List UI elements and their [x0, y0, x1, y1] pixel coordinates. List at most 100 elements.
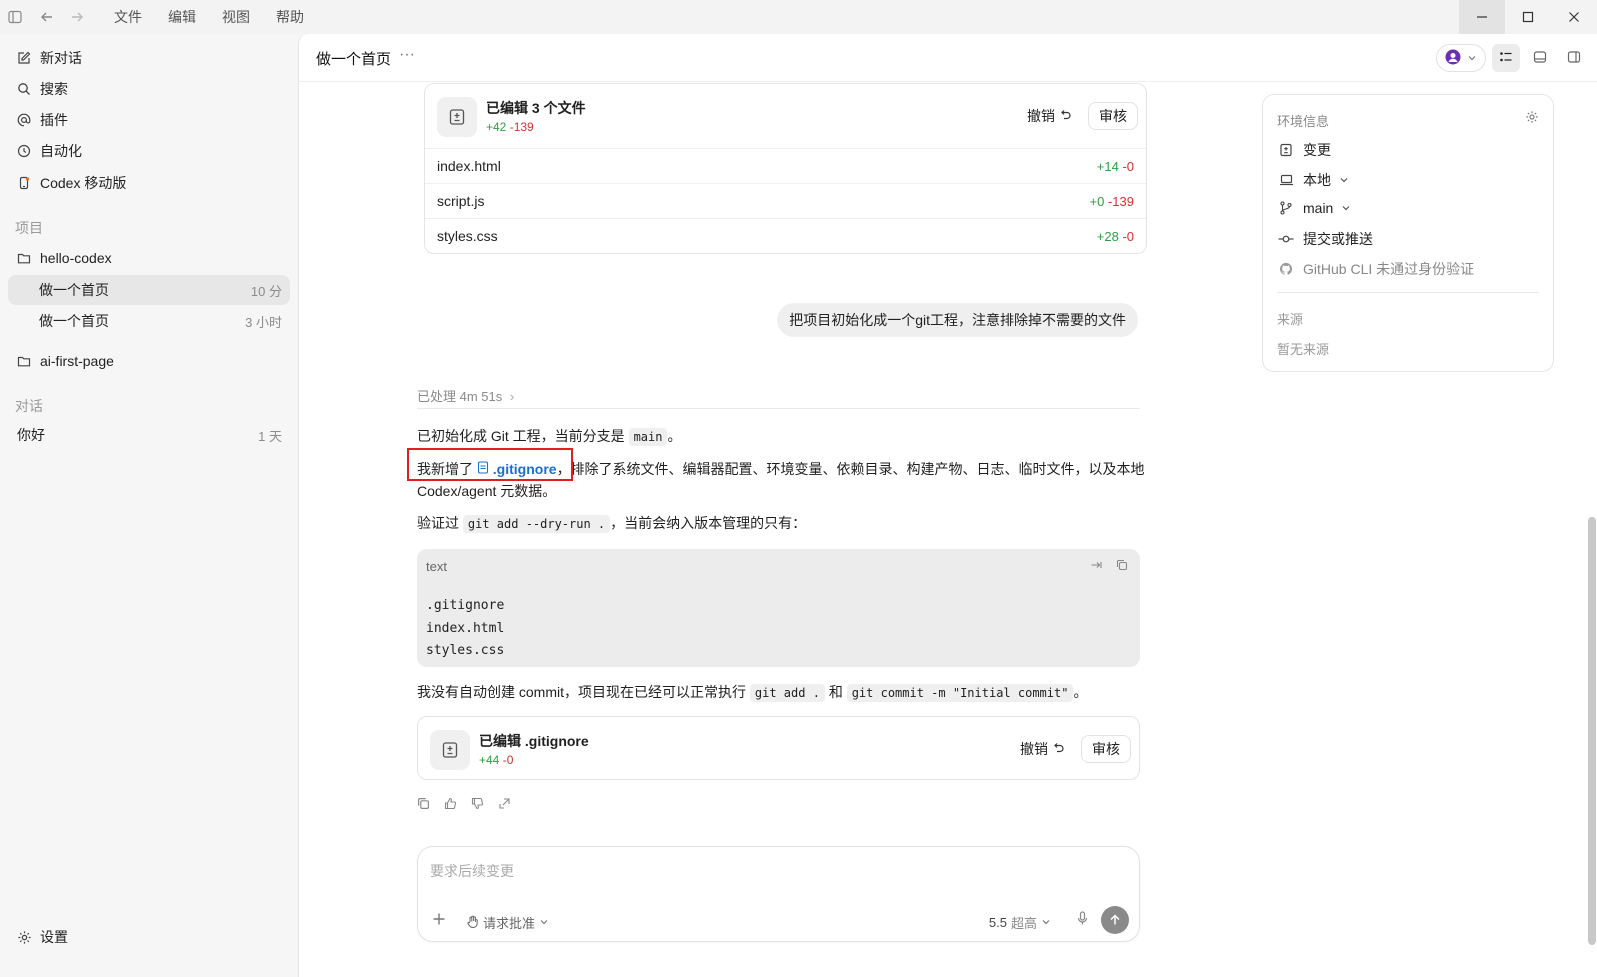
- reasoning-effort: 超高: [1010, 916, 1037, 931]
- sidebar-item-label: 设置: [40, 929, 68, 945]
- list-icon: [1499, 50, 1513, 67]
- menu-help[interactable]: 帮助: [276, 7, 304, 27]
- copy-icon[interactable]: [1116, 559, 1128, 574]
- header-actions: [1436, 44, 1588, 72]
- file-row-styles-css[interactable]: styles.css +28 -0: [425, 218, 1146, 253]
- reply-text: 已初始化成 Git 工程，当前分支是: [417, 428, 625, 444]
- chat-title: 做一个首页: [316, 51, 392, 68]
- env-branch-dropdown[interactable]: main: [1277, 200, 1351, 216]
- inline-code: git add .: [749, 684, 825, 702]
- share-icon[interactable]: [498, 797, 511, 813]
- projects-section-label: 项目: [15, 220, 43, 236]
- undo-button[interactable]: 撤销: [1020, 739, 1065, 759]
- wrap-icon[interactable]: [1090, 559, 1102, 574]
- git-commit-icon: [1277, 232, 1295, 246]
- gear-icon[interactable]: [1525, 110, 1539, 127]
- sidebar-item-project-ai-first-page[interactable]: ai-first-page: [8, 346, 290, 376]
- source-label: 来源: [1277, 312, 1304, 327]
- lines-removed: -139: [509, 120, 534, 134]
- model-selector[interactable]: 5.5 超高: [989, 913, 1051, 932]
- lines-removed: -0: [1122, 158, 1134, 174]
- sidebar-item-label: hello-codex: [40, 250, 112, 266]
- processed-duration[interactable]: 已处理 4m 51s ›: [417, 386, 514, 405]
- sidebar-item-project-hello-codex[interactable]: hello-codex: [8, 243, 290, 273]
- copy-icon[interactable]: [417, 797, 430, 813]
- thumbs-down-icon[interactable]: [471, 797, 484, 813]
- send-button[interactable]: [1101, 906, 1129, 934]
- message-composer[interactable]: 要求后续变更 请求批准 5.5 超高: [417, 846, 1140, 942]
- sidebar-toggle-icon[interactable]: [4, 6, 26, 28]
- card-title: 已编辑 3 个文件: [486, 100, 586, 116]
- folder-icon: [16, 250, 32, 266]
- chevron-down-icon: [1341, 200, 1351, 216]
- edited-files-card: 已编辑 3 个文件 +42 -139 撤销 审核 index.html +14 …: [424, 83, 1147, 254]
- sidebar-item-thread-homepage-selected[interactable]: 做一个首页 10 分: [8, 275, 290, 305]
- sidebar-item-label: 新对话: [40, 50, 82, 66]
- env-changes[interactable]: 变更: [1277, 140, 1331, 160]
- lines-added: +28: [1096, 228, 1119, 244]
- composer-input[interactable]: 要求后续变更: [430, 861, 514, 881]
- edited-gitignore-card: 已编辑 .gitignore +44 -0 撤销 审核: [417, 716, 1140, 780]
- forward-arrow-icon[interactable]: [66, 6, 88, 28]
- file-row-script-js[interactable]: script.js +0 -139: [425, 183, 1146, 218]
- window-controls: [1459, 0, 1597, 34]
- minimize-button[interactable]: [1459, 0, 1505, 34]
- sidebar-item-mobile[interactable]: Codex 移动版: [8, 168, 290, 198]
- menu-edit[interactable]: 编辑: [168, 7, 196, 27]
- mobile-phone-icon: [16, 175, 32, 191]
- undo-label: 撤销: [1027, 108, 1055, 124]
- sidebar-item-automation[interactable]: 自动化: [8, 136, 290, 166]
- sidebar-item-new-chat[interactable]: 新对话: [8, 43, 290, 73]
- code-content: .gitignore index.html styles.css: [426, 595, 504, 663]
- chat-header: 做一个首页 ···: [299, 34, 1597, 82]
- task-list-toggle[interactable]: [1492, 44, 1520, 72]
- account-selector[interactable]: [1436, 44, 1486, 72]
- terminal-toggle[interactable]: [1526, 44, 1554, 72]
- highlight-annotation: [407, 448, 573, 481]
- undo-icon: [1059, 108, 1072, 124]
- microphone-icon[interactable]: [1076, 911, 1089, 929]
- undo-button[interactable]: 撤销: [1027, 106, 1072, 126]
- sidebar-item-settings[interactable]: 设置: [8, 922, 290, 952]
- env-local-dropdown[interactable]: 本地: [1277, 170, 1349, 190]
- sidebar-item-thread-homepage[interactable]: 做一个首页 3 小时: [8, 306, 290, 336]
- sidebar-item-plugins[interactable]: 插件: [8, 105, 290, 135]
- laptop-icon: [1277, 173, 1295, 187]
- file-diff: +0 -139: [1090, 194, 1134, 209]
- sidebar: 新对话 搜索 插件 自动化 Codex 移动版 项目 hello-codex 做…: [0, 34, 298, 977]
- add-attachment-button[interactable]: [432, 909, 446, 932]
- lines-added: +42: [486, 120, 507, 134]
- review-button[interactable]: 审核: [1088, 102, 1138, 130]
- lines-added: +44: [479, 753, 500, 767]
- chevron-down-icon: [1467, 50, 1477, 66]
- more-options-button[interactable]: ···: [399, 46, 415, 64]
- side-panel-toggle[interactable]: [1560, 44, 1588, 72]
- file-diff-icon: [430, 730, 470, 770]
- review-button[interactable]: 审核: [1081, 735, 1131, 763]
- sidebar-item-search[interactable]: 搜索: [8, 74, 290, 104]
- file-row-index-html[interactable]: index.html +14 -0: [425, 148, 1146, 183]
- lines-added: +0: [1089, 193, 1105, 209]
- file-name: script.js: [437, 193, 485, 209]
- reply-text: 我没有自动创建 commit，项目现在已经可以正常执行: [417, 684, 746, 700]
- close-button[interactable]: [1551, 0, 1597, 34]
- menu-view[interactable]: 视图: [222, 7, 250, 27]
- menu-file[interactable]: 文件: [114, 7, 142, 27]
- compose-icon: [16, 50, 32, 66]
- chevron-down-icon: [1041, 915, 1051, 930]
- inline-code: git commit -m "Initial commit": [846, 684, 1074, 702]
- card-header: 已编辑 .gitignore +44 -0 撤销 审核: [418, 717, 1139, 781]
- env-commit-push[interactable]: 提交或推送: [1277, 229, 1373, 249]
- github-icon: [1277, 262, 1295, 276]
- lines-removed: -0: [1122, 228, 1134, 244]
- file-name: index.html: [437, 158, 501, 174]
- thumbs-up-icon[interactable]: [444, 797, 457, 813]
- back-arrow-icon[interactable]: [36, 6, 58, 28]
- maximize-button[interactable]: [1505, 0, 1551, 34]
- card-title: 已编辑 .gitignore: [479, 733, 589, 749]
- sidebar-item-chat-hello[interactable]: 你好 1 天: [8, 420, 290, 450]
- env-github-status[interactable]: GitHub CLI 未通过身份验证: [1277, 259, 1474, 279]
- approval-mode-dropdown[interactable]: 请求批准: [466, 913, 549, 932]
- scrollbar[interactable]: [1588, 517, 1596, 945]
- undo-label: 撤销: [1020, 741, 1048, 757]
